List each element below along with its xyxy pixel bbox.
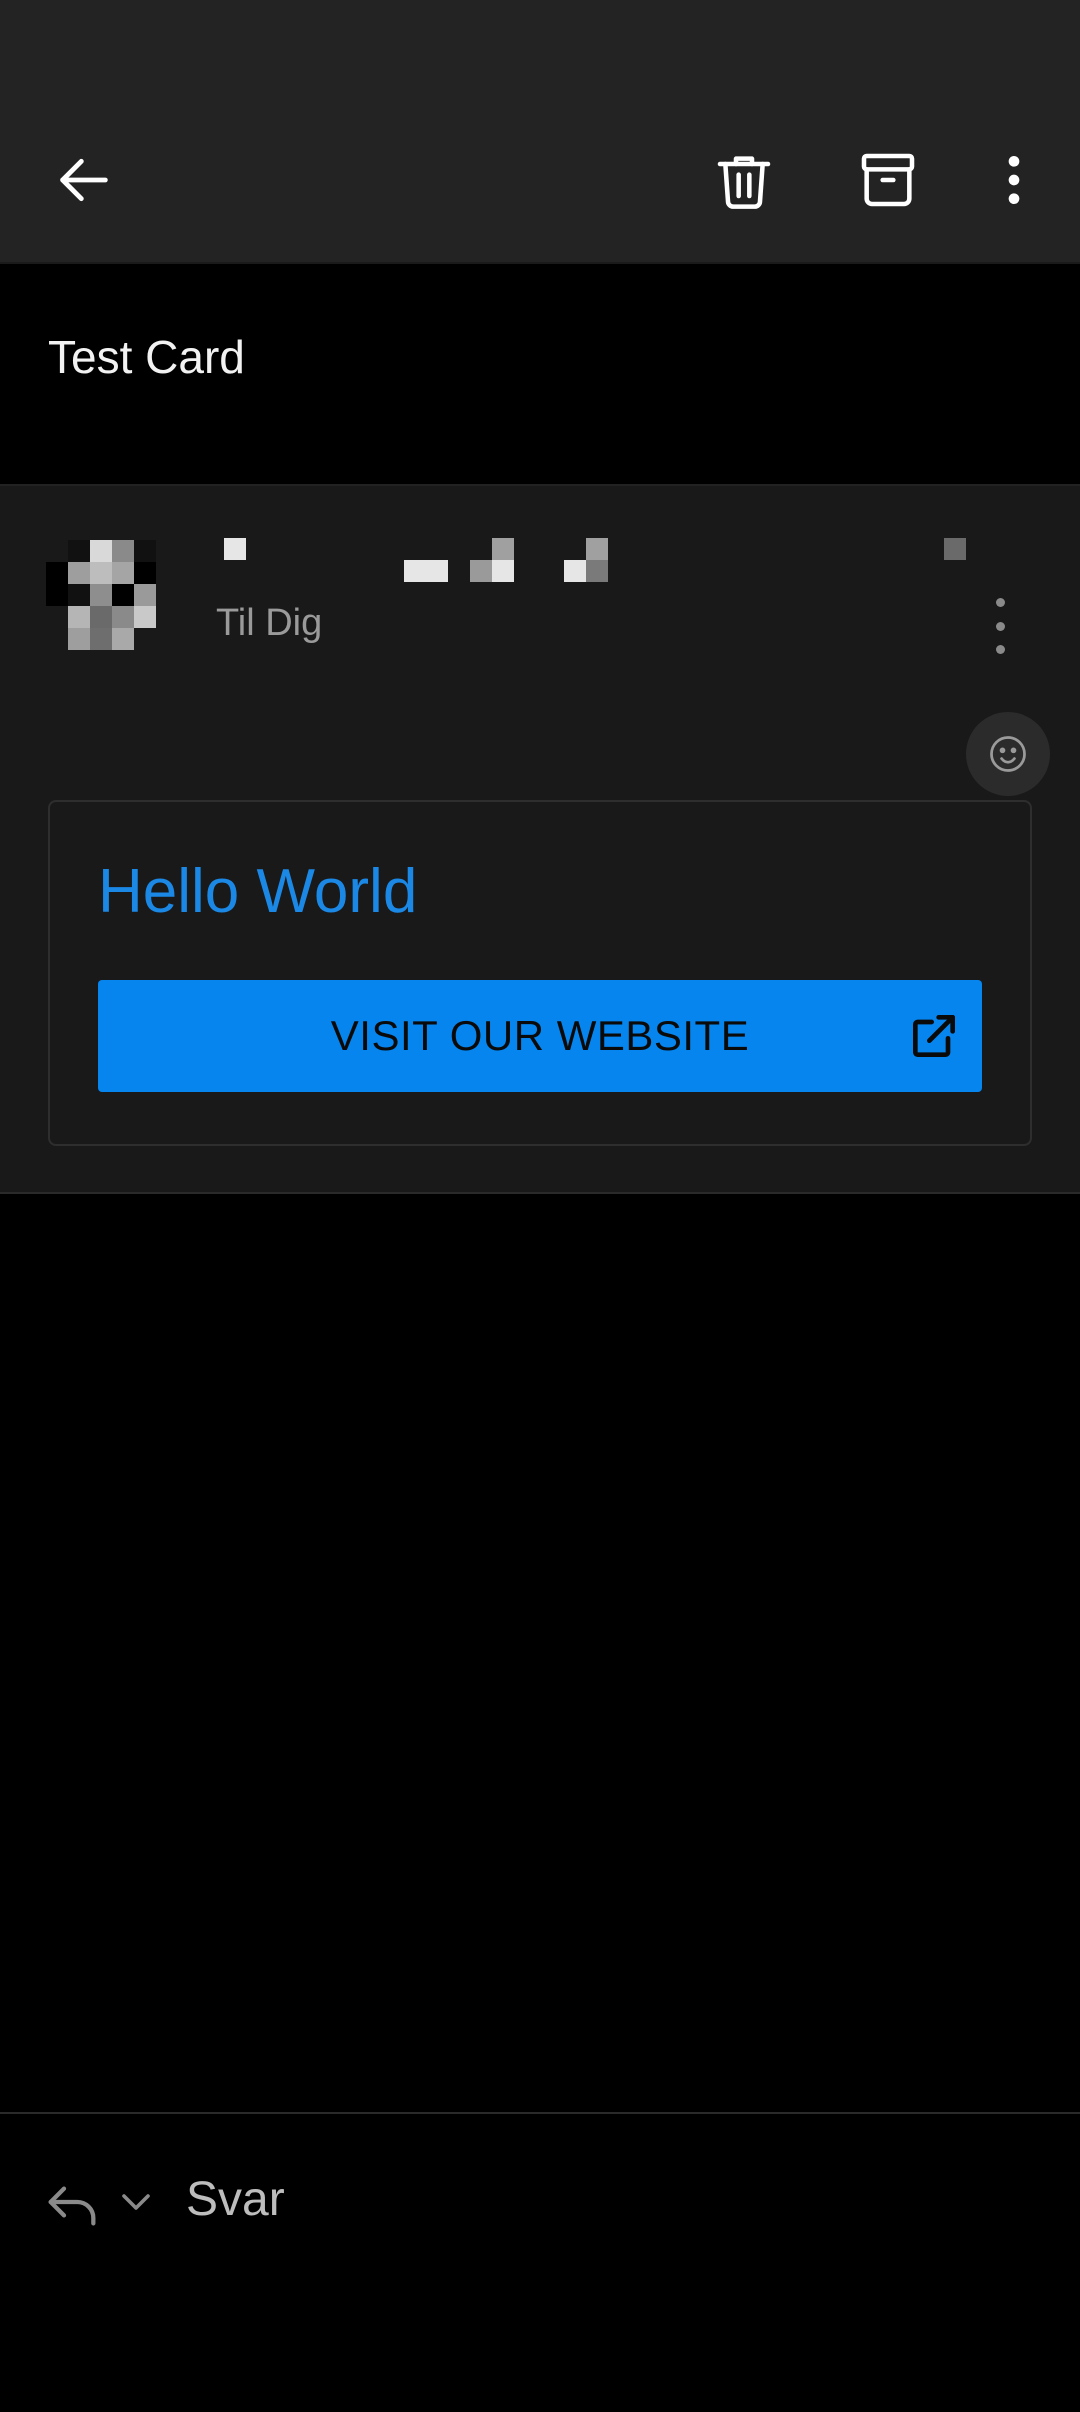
add-reaction-button[interactable] (966, 712, 1050, 796)
back-button[interactable] (28, 124, 140, 236)
more-vertical-icon (995, 598, 1005, 607)
archive-button[interactable] (832, 124, 944, 236)
trash-icon (717, 156, 771, 209)
more-vertical-icon (1008, 156, 1020, 204)
message-card: Hello World VISIT OUR WEBSITE (48, 800, 1032, 1146)
avatar[interactable] (46, 540, 158, 652)
email-subject: Test Card (48, 331, 245, 383)
visit-website-button[interactable]: VISIT OUR WEBSITE (98, 980, 982, 1092)
archive-icon (861, 153, 915, 207)
delete-button[interactable] (688, 124, 800, 236)
message-view: Til Dig Hello World VISIT OUR WEBSITE (0, 486, 1080, 1194)
arrow-left-icon (60, 158, 108, 202)
subject-header: Test Card (0, 264, 1080, 486)
top-app-bar (0, 96, 1080, 264)
recipient-label[interactable]: Til Dig (216, 602, 322, 645)
status-bar (0, 0, 1080, 96)
more-options-button[interactable] (958, 124, 1070, 236)
external-link-icon (913, 1015, 955, 1057)
reply-button[interactable]: Svar (186, 2172, 285, 2227)
sender-name-redacted (220, 538, 1020, 588)
smiley-icon (990, 736, 1026, 772)
reply-icon[interactable] (40, 2170, 104, 2234)
chevron-down-icon[interactable] (112, 2178, 160, 2226)
message-more-button[interactable] (972, 590, 1028, 662)
reply-bar: Svar (0, 2112, 1080, 2412)
card-title: Hello World (98, 857, 418, 926)
visit-website-label: VISIT OUR WEBSITE (330, 1012, 750, 1059)
